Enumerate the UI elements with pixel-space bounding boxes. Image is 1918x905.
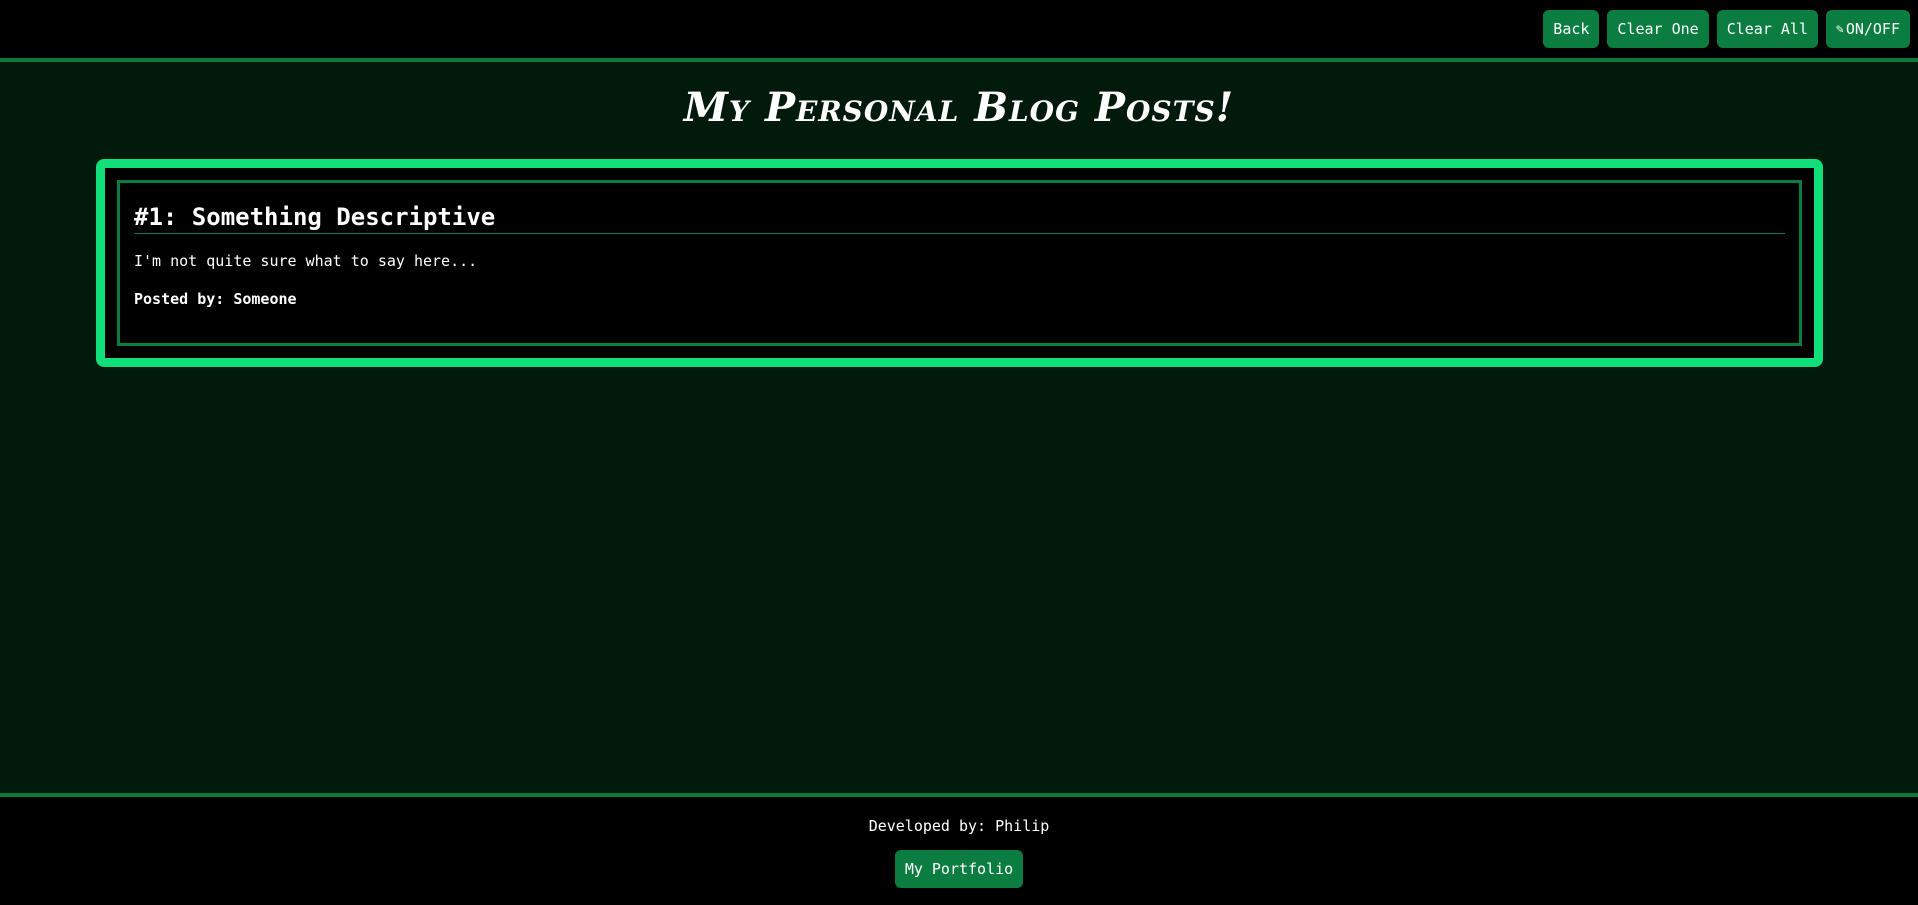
post-title: #1: Something Descriptive bbox=[134, 203, 1785, 234]
post-body: I'm not quite sure what to say here... bbox=[134, 252, 478, 270]
footer-actions: My Portfolio bbox=[0, 850, 1918, 888]
clear-all-button[interactable]: Clear All bbox=[1716, 10, 1818, 48]
post-author: Posted by: Someone bbox=[134, 290, 297, 308]
developer-credit: Developed by: Philip bbox=[868, 817, 1050, 835]
back-button[interactable]: Back bbox=[1543, 10, 1600, 48]
footer: Developed by: Philip My Portfolio bbox=[0, 793, 1918, 905]
page-title: My Personal Blog Posts! bbox=[683, 84, 1235, 131]
toggle-mode-button[interactable]: ✎ ON/OFF bbox=[1825, 10, 1910, 48]
blog-post-card: #1: Something Descriptive I'm not quite … bbox=[117, 180, 1802, 346]
top-nav-bar: Back Clear One Clear All ✎ ON/OFF bbox=[0, 0, 1918, 62]
clear-one-button[interactable]: Clear One bbox=[1607, 10, 1709, 48]
pen-icon: ✎ bbox=[1835, 21, 1844, 37]
posts-container: #1: Something Descriptive I'm not quite … bbox=[96, 159, 1823, 367]
toggle-mode-label: ON/OFF bbox=[1845, 20, 1900, 38]
top-nav-buttons: Back Clear One Clear All ✎ ON/OFF bbox=[1543, 10, 1910, 48]
portfolio-button[interactable]: My Portfolio bbox=[894, 850, 1024, 888]
